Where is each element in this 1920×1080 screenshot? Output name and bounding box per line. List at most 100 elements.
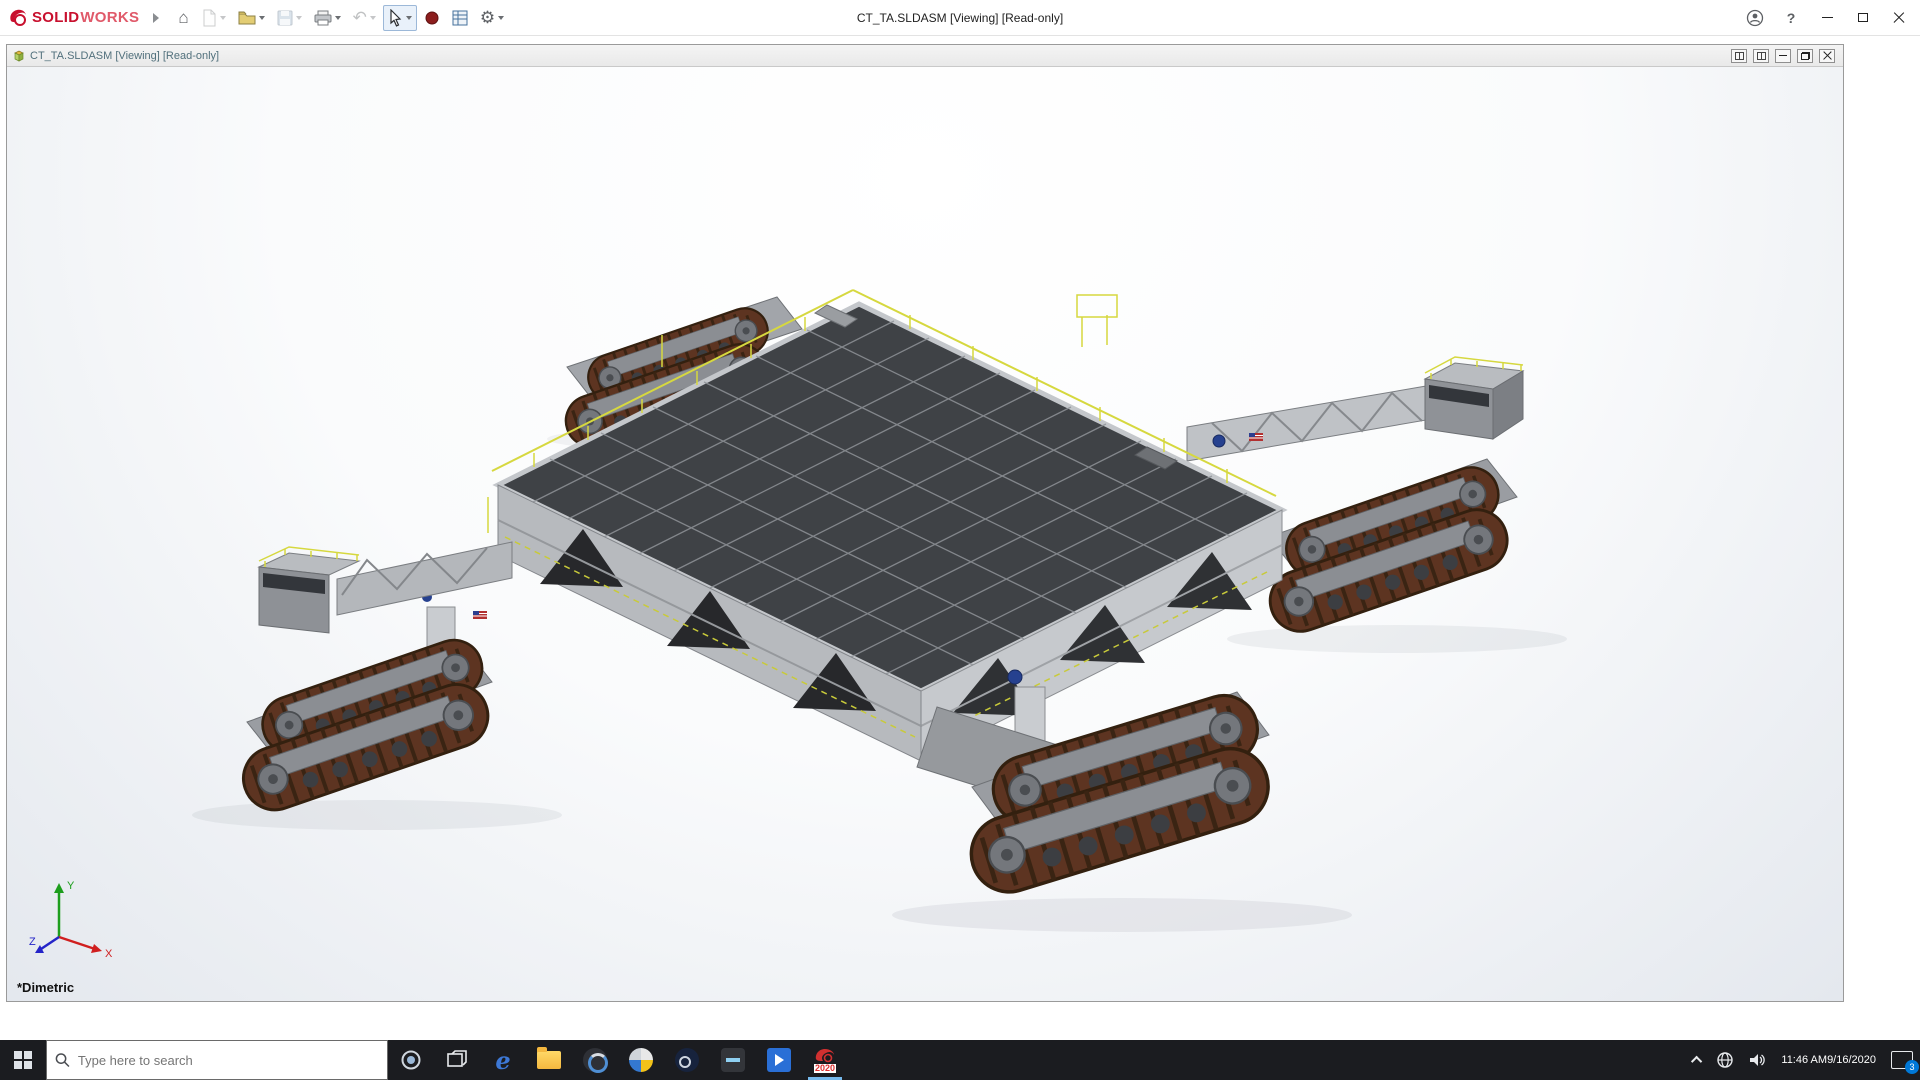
toolbar-flyout-arrow-icon[interactable] bbox=[153, 12, 160, 23]
minimize-button[interactable] bbox=[1812, 5, 1842, 31]
new-document-icon bbox=[203, 9, 216, 26]
browser-icon bbox=[583, 1048, 608, 1073]
minimize-icon bbox=[1821, 17, 1833, 18]
windows-logo-icon bbox=[14, 1051, 32, 1069]
media-player-button[interactable] bbox=[756, 1040, 802, 1080]
windows-taskbar: e 2020 bbox=[0, 1040, 1920, 1080]
task-view-icon bbox=[447, 1050, 467, 1067]
clock-time: 11:46 AM bbox=[1781, 1053, 1828, 1066]
help-icon: ? bbox=[1786, 9, 1796, 26]
photos-icon bbox=[629, 1048, 653, 1072]
steam-button[interactable] bbox=[664, 1040, 710, 1080]
chevron-up-icon bbox=[1691, 1055, 1703, 1068]
dropdown-caret-icon bbox=[295, 15, 302, 20]
print-button[interactable] bbox=[309, 6, 346, 30]
track-assembly-front-right bbox=[916, 687, 1277, 901]
document-window-controls bbox=[1731, 48, 1839, 63]
crawler-transporter-model[interactable] bbox=[7, 67, 1843, 1001]
save-button[interactable] bbox=[272, 6, 307, 30]
maximize-icon bbox=[1858, 13, 1868, 22]
photos-button[interactable] bbox=[618, 1040, 664, 1080]
graphics-viewport[interactable]: Y X Z *Dimetric bbox=[7, 67, 1843, 1001]
dropdown-caret-icon bbox=[498, 15, 505, 20]
tray-expand-button[interactable] bbox=[1687, 1040, 1709, 1080]
maximize-button[interactable] bbox=[1848, 5, 1878, 31]
file-explorer-button[interactable] bbox=[526, 1040, 572, 1080]
pane-toggle-button[interactable] bbox=[1731, 48, 1747, 63]
volume-button[interactable] bbox=[1741, 1040, 1773, 1080]
notification-badge: 3 bbox=[1905, 1060, 1919, 1074]
app-button[interactable] bbox=[710, 1040, 756, 1080]
volume-icon bbox=[1750, 1054, 1766, 1066]
browser-button[interactable] bbox=[572, 1040, 618, 1080]
search-icon bbox=[55, 1053, 70, 1068]
table-button[interactable] bbox=[447, 6, 473, 30]
track-assembly-front-left bbox=[233, 606, 499, 821]
us-flag-decal-2 bbox=[473, 611, 487, 619]
print-icon bbox=[314, 10, 332, 25]
record-button[interactable] bbox=[419, 6, 445, 30]
clock-date: 9/16/2020 bbox=[1827, 1053, 1876, 1066]
titlebar: SOLID WORKS ⌂ ↶ ⚙ CT_TA.SLDASM [Viewing]… bbox=[0, 0, 1920, 36]
axis-y-label: Y bbox=[67, 880, 75, 892]
axis-z-label: Z bbox=[29, 936, 36, 948]
minimize-icon bbox=[1779, 55, 1787, 56]
undo-button[interactable]: ↶ bbox=[348, 5, 381, 31]
pane-toggle-button-2[interactable] bbox=[1753, 48, 1769, 63]
solidworks-logo: SOLID WORKS bbox=[0, 8, 149, 28]
solidworks-app-window: SOLID WORKS ⌂ ↶ ⚙ CT_TA.SLDASM [Viewing]… bbox=[0, 0, 1920, 1080]
dropdown-caret-icon bbox=[258, 15, 265, 20]
network-button[interactable] bbox=[1709, 1040, 1741, 1080]
task-view-button[interactable] bbox=[434, 1040, 480, 1080]
ds-logo-icon bbox=[10, 9, 26, 26]
doc-close-button[interactable] bbox=[1819, 48, 1835, 63]
pane-icon bbox=[1756, 51, 1766, 60]
steam-icon bbox=[675, 1048, 699, 1072]
solidworks-year-label: 2020 bbox=[813, 1063, 837, 1073]
help-button[interactable]: ? bbox=[1776, 5, 1806, 31]
start-button[interactable] bbox=[0, 1040, 46, 1080]
view-orientation-label: *Dimetric bbox=[17, 980, 75, 995]
document-window: CT_TA.SLDASM [Viewing] [Read-only] Y X Z… bbox=[6, 44, 1844, 1002]
brand-text-solid: SOLID bbox=[32, 9, 80, 26]
us-flag-decal bbox=[1249, 433, 1263, 441]
home-icon: ⌂ bbox=[178, 7, 189, 27]
dropdown-caret-icon bbox=[405, 15, 412, 20]
system-tray: 11:46 AM 9/16/2020 3 bbox=[1687, 1040, 1920, 1080]
pane-icon bbox=[1734, 51, 1744, 60]
solidworks-taskbar-button[interactable]: 2020 bbox=[802, 1040, 848, 1080]
front-arm-and-cab bbox=[257, 541, 513, 634]
close-button[interactable] bbox=[1884, 5, 1914, 31]
doc-minimize-button[interactable] bbox=[1775, 48, 1791, 63]
search-input[interactable] bbox=[77, 1052, 379, 1068]
open-folder-icon bbox=[238, 11, 256, 24]
cortana-icon bbox=[401, 1050, 421, 1070]
account-icon bbox=[1746, 9, 1764, 26]
home-button[interactable]: ⌂ bbox=[173, 5, 193, 31]
orientation-triad[interactable]: Y X Z bbox=[29, 875, 119, 961]
file-explorer-icon bbox=[537, 1047, 561, 1069]
taskbar-clock[interactable]: 11:46 AM 9/16/2020 bbox=[1773, 1040, 1884, 1080]
doc-restore-button[interactable] bbox=[1797, 48, 1813, 63]
select-tool-button[interactable] bbox=[382, 4, 417, 31]
brand-text-works: WORKS bbox=[80, 9, 140, 26]
main-toolbar: ⌂ ↶ ⚙ bbox=[173, 4, 509, 31]
window-title: CT_TA.SLDASM [Viewing] [Read-only] bbox=[856, 10, 1064, 25]
account-button[interactable] bbox=[1740, 5, 1770, 31]
taskbar-search[interactable] bbox=[46, 1040, 388, 1080]
action-center-icon: 3 bbox=[1891, 1051, 1919, 1074]
notification-button[interactable]: 3 bbox=[1884, 1040, 1920, 1080]
edge-button[interactable]: e bbox=[480, 1040, 526, 1080]
save-icon bbox=[277, 10, 293, 25]
gear-icon: ⚙ bbox=[479, 7, 496, 27]
options-button[interactable]: ⚙ bbox=[475, 5, 509, 31]
open-button[interactable] bbox=[233, 6, 270, 30]
app-icon bbox=[721, 1048, 745, 1072]
axis-x-label: X bbox=[105, 948, 113, 960]
close-icon bbox=[1893, 12, 1905, 24]
solidworks-icon bbox=[815, 1049, 834, 1063]
cortana-button[interactable] bbox=[388, 1040, 434, 1080]
edge-icon: e bbox=[495, 1045, 511, 1075]
network-globe-icon bbox=[1717, 1052, 1734, 1068]
new-document-button[interactable] bbox=[196, 5, 231, 31]
